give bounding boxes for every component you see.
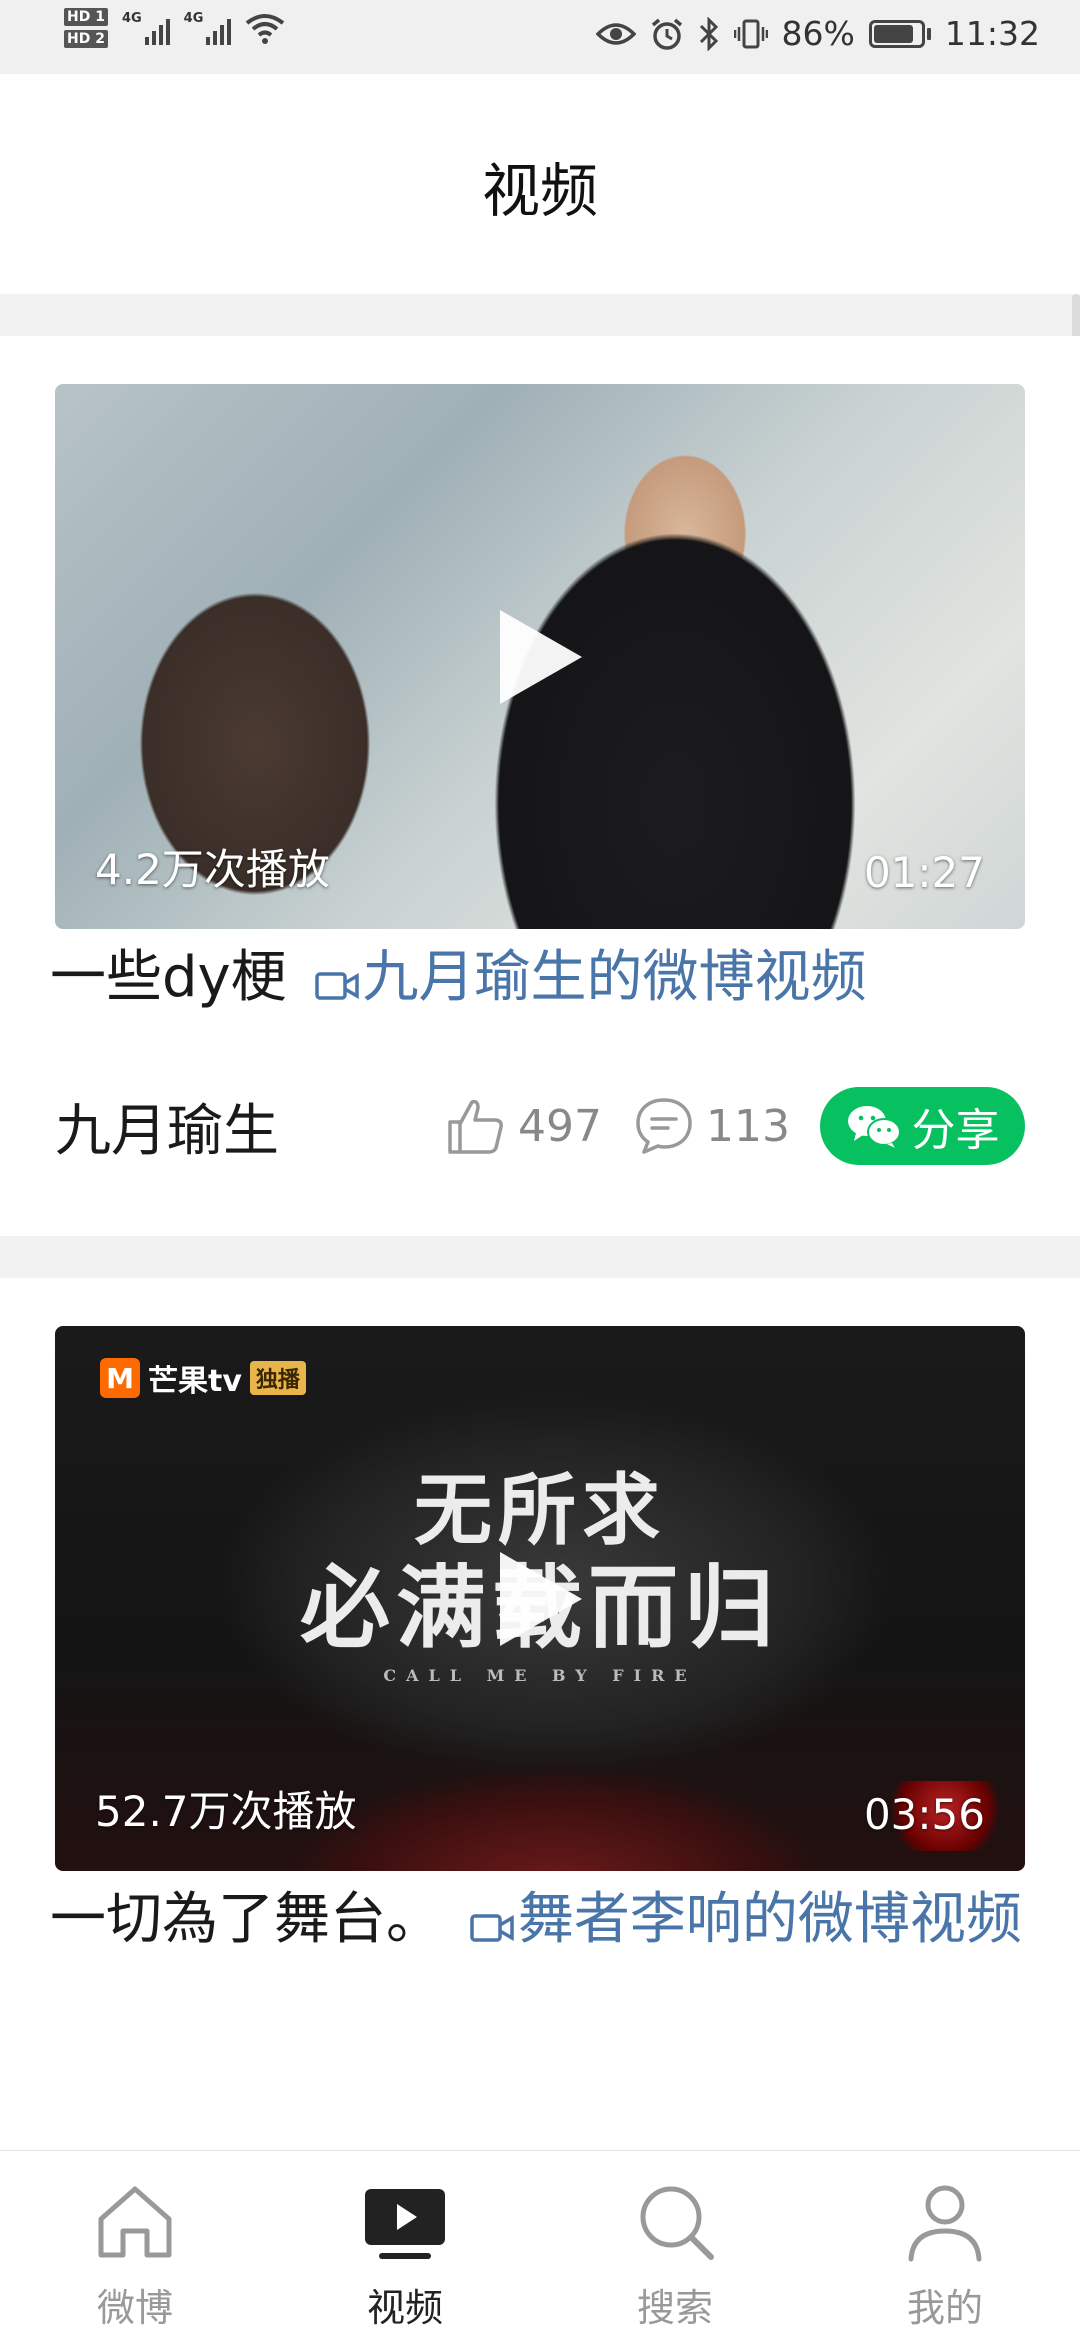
play-icon[interactable] (480, 597, 600, 717)
wifi-icon (246, 14, 285, 44)
wechat-share-button[interactable]: 分享 (820, 1087, 1025, 1165)
caption-text: 一些dy梗 (50, 945, 287, 1010)
comment-button[interactable]: 113 (632, 1094, 790, 1158)
mango-logo-mark: M (100, 1358, 140, 1398)
video-thumbnail[interactable]: M 芒果tv 独播 无所求 必满载而归 CALL ME BY FIRE 52.7… (55, 1326, 1025, 1871)
search-icon (640, 2186, 714, 2260)
signal-icon: 4G (122, 11, 170, 45)
tab-label: 微博 (96, 2286, 173, 2330)
battery-icon (868, 19, 931, 48)
tab-label: 搜索 (636, 2286, 713, 2330)
video-caption: 一些dy梗 九月瑜生的微博视频 (50, 936, 1030, 1020)
video-card: M 芒果tv 独播 无所求 必满载而归 CALL ME BY FIRE 52.7… (0, 1278, 1080, 2178)
mango-tv-logo: M 芒果tv 独播 (100, 1356, 306, 1400)
video-thumbnail[interactable]: 4.2万次播放 01:27 (55, 384, 1025, 929)
like-count: 497 (518, 1100, 603, 1152)
caption-link[interactable]: 舞者李响的微博视频 (460, 1887, 1022, 1952)
brand-name: 芒果tv (148, 1364, 242, 1399)
tab-label: 视频 (366, 2286, 443, 2330)
caption-text: 一切為了舞台。 (50, 1887, 442, 1952)
exclusive-badge: 独播 (249, 1361, 306, 1395)
home-icon (98, 2186, 172, 2258)
tab-me[interactable]: 我的 (810, 2151, 1080, 2340)
profile-icon (908, 2185, 982, 2262)
video-duration: 01:27 (863, 848, 985, 897)
video-duration: 03:56 (863, 1790, 985, 1839)
video-camera-icon (470, 1914, 514, 1942)
battery-percent: 86% (781, 14, 855, 53)
video-icon (365, 2189, 445, 2259)
comment-count: 113 (706, 1100, 790, 1152)
vibrate-icon (733, 19, 768, 48)
view-count: 4.2万次播放 (95, 845, 330, 894)
share-label: 分享 (911, 1105, 1000, 1156)
tab-search[interactable]: 搜索 (540, 2151, 810, 2340)
caption-link-text[interactable]: 九月瑜生的微博视频 (363, 945, 867, 1010)
caption-link[interactable]: 九月瑜生的微博视频 (305, 945, 867, 1010)
status-bar: HD 1 HD 2 4G 4G 86% 11:32 (0, 0, 1080, 74)
thumbs-up-icon (448, 1099, 503, 1154)
tab-weibo[interactable]: 微博 (0, 2151, 270, 2340)
caption-link-text[interactable]: 舞者李响的微博视频 (518, 1887, 1022, 1952)
like-button[interactable]: 497 (444, 1094, 602, 1158)
hd1-badge: HD 1 (64, 8, 108, 26)
signal-icon: 4G (184, 11, 232, 45)
view-count: 52.7万次播放 (95, 1787, 357, 1836)
hd2-badge: HD 2 (64, 30, 108, 48)
eye-icon (595, 22, 636, 45)
page-header: 视频 (0, 74, 1080, 294)
show-subtitle: CALL ME BY FIRE (383, 1666, 697, 1685)
play-icon[interactable] (480, 1539, 600, 1659)
bluetooth-icon (699, 16, 718, 51)
video-meta-row: 九月瑜生 497 113 分享 (55, 1076, 1025, 1176)
tab-label: 我的 (906, 2286, 983, 2330)
bottom-tab-bar: 微博 视频 搜索 我的 (0, 2150, 1080, 2340)
comment-icon (636, 1098, 692, 1154)
clock: 11:32 (944, 14, 1040, 53)
wechat-icon (847, 1106, 901, 1148)
alarm-icon (651, 18, 682, 50)
video-caption: 一切為了舞台。 舞者李响的微博视频 (50, 1878, 1030, 1962)
video-card: 4.2万次播放 01:27 一些dy梗 九月瑜生的微博视频 九月瑜生 497 1… (0, 336, 1080, 1236)
video-camera-icon (314, 972, 359, 1000)
tab-video[interactable]: 视频 (270, 2151, 540, 2340)
author-name[interactable]: 九月瑜生 (55, 1086, 444, 1167)
page-title: 视频 (481, 157, 598, 225)
